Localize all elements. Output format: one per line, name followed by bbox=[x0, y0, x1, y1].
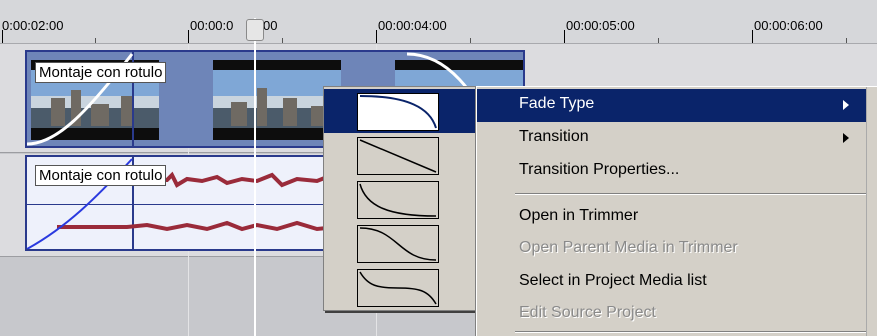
ruler-label-4s: 00:00:04:00 bbox=[378, 18, 447, 33]
event-context-menu[interactable]: Fade Type Transition Transition Properti… bbox=[476, 86, 877, 336]
linear-fade-curve-icon bbox=[357, 137, 439, 175]
menu-separator bbox=[515, 193, 867, 195]
menu-item-label: Edit Source Project bbox=[519, 304, 656, 321]
slow-fade-curve-icon bbox=[357, 181, 439, 219]
fade-type-flyout[interactable] bbox=[323, 86, 476, 311]
ruler-tick bbox=[564, 30, 565, 43]
ruler-minor-tick bbox=[282, 38, 283, 43]
playhead-handle[interactable] bbox=[246, 19, 264, 41]
submenu-arrow-icon bbox=[843, 133, 849, 143]
menu-scroll-edge bbox=[866, 87, 877, 336]
ruler-minor-tick bbox=[658, 38, 659, 43]
fade-option-slow[interactable] bbox=[324, 177, 475, 221]
fade-option-sharp[interactable] bbox=[324, 265, 475, 309]
ruler-minor-tick bbox=[470, 38, 471, 43]
sharp-fade-curve-icon bbox=[357, 269, 439, 307]
menu-item-transition-properties[interactable]: Transition Properties... bbox=[477, 155, 867, 188]
ruler-label-3s: 00:00:0 bbox=[190, 18, 234, 33]
video-event-label: Montaje con rotulo bbox=[35, 62, 167, 83]
ruler-minor-tick bbox=[95, 38, 96, 43]
fade-option-fast[interactable] bbox=[324, 89, 475, 133]
ruler-label-5s: 00:00:05:00 bbox=[566, 18, 635, 33]
menu-item-label: Open in Trimmer bbox=[519, 207, 639, 224]
fast-fade-curve-icon bbox=[357, 93, 439, 131]
timeline-ruler[interactable]: 0:00:02:00 00:00:0 00 00:00:04:00 00:00:… bbox=[0, 0, 877, 44]
fade-option-linear[interactable] bbox=[324, 133, 475, 177]
ruler-tick bbox=[2, 30, 3, 43]
ruler-tick bbox=[376, 30, 377, 43]
menu-item-edit-source-project: Edit Source Project bbox=[477, 298, 867, 331]
menu-item-label: Select in Project Media list bbox=[519, 272, 707, 289]
menu-separator bbox=[515, 331, 867, 333]
ruler-label-6s: 00:00:06:00 bbox=[754, 18, 823, 33]
menu-item-label: Fade Type bbox=[519, 95, 595, 112]
ruler-label-2s: 0:00:02:00 bbox=[2, 18, 64, 33]
ruler-minor-tick bbox=[846, 38, 847, 43]
ruler-label-3s-tail: 00 bbox=[263, 18, 278, 33]
menu-item-open-parent-media: Open Parent Media in Trimmer bbox=[477, 233, 867, 266]
audio-event-label: Montaje con rotulo bbox=[35, 165, 167, 186]
menu-item-open-in-trimmer[interactable]: Open in Trimmer bbox=[477, 201, 867, 234]
submenu-arrow-icon bbox=[843, 100, 849, 110]
fade-option-smooth[interactable] bbox=[324, 221, 475, 265]
ruler-tick bbox=[188, 30, 189, 43]
menu-item-label: Transition bbox=[519, 128, 589, 145]
playhead-line[interactable] bbox=[254, 18, 256, 336]
menu-item-label: Open Parent Media in Trimmer bbox=[519, 239, 738, 256]
menu-item-transition[interactable]: Transition bbox=[477, 122, 867, 155]
menu-item-fade-type[interactable]: Fade Type bbox=[477, 89, 867, 122]
smooth-fade-curve-icon bbox=[357, 225, 439, 263]
menu-item-select-in-project-media[interactable]: Select in Project Media list bbox=[477, 266, 867, 299]
ruler-tick bbox=[752, 30, 753, 43]
menu-item-label: Transition Properties... bbox=[519, 161, 680, 178]
